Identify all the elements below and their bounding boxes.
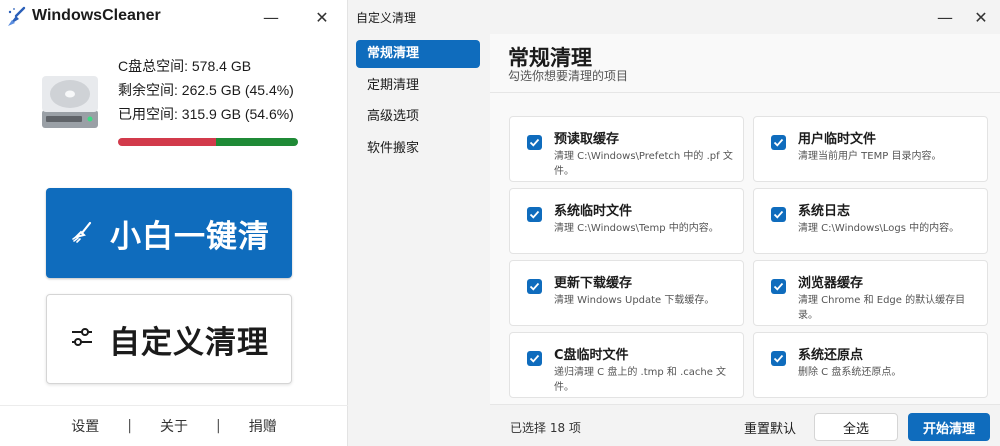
- item-description: 清理 Windows Update 下载缓存。: [554, 295, 715, 306]
- divider: [490, 92, 1000, 93]
- custom-clean-button[interactable]: 自定义清理: [46, 294, 292, 384]
- about-link[interactable]: 关于: [154, 416, 194, 436]
- item-description: 清理 C:\Windows\Logs 中的内容。: [798, 223, 960, 234]
- checkbox-checked[interactable]: [771, 207, 786, 222]
- start-clean-button[interactable]: 开始清理: [908, 413, 990, 441]
- clean-item-browser-cache[interactable]: 浏览器缓存 清理 Chrome 和 Edge 的默认缓存目录。: [753, 260, 988, 326]
- check-icon: [773, 282, 784, 291]
- check-icon: [773, 138, 784, 147]
- clean-item-update-cache[interactable]: 更新下载缓存 清理 Windows Update 下载缓存。: [509, 260, 744, 326]
- item-title: 浏览器缓存: [798, 276, 864, 291]
- checkbox-checked[interactable]: [771, 279, 786, 294]
- check-icon: [773, 354, 784, 363]
- disk-used: 已用空间: 315.9 GB (54.6%): [118, 106, 294, 122]
- checkbox-checked[interactable]: [527, 207, 542, 222]
- broom-logo-icon: [6, 6, 28, 28]
- item-title: 预读取缓存: [554, 132, 620, 147]
- clean-item-c-temp-files[interactable]: C盘临时文件 递归清理 C 盘上的 .tmp 和 .cache 文件。: [509, 332, 744, 398]
- item-description: 递归清理 C 盘上的 .tmp 和 .cache 文件。: [554, 367, 727, 393]
- clean-item-restore-points[interactable]: 系统还原点 删除 C 盘系统还原点。: [753, 332, 988, 398]
- footer-separator: |: [127, 418, 132, 434]
- checkbox-checked[interactable]: [527, 351, 542, 366]
- item-title: 用户临时文件: [798, 132, 877, 147]
- select-all-button[interactable]: 全选: [814, 413, 898, 441]
- disk-free-fill: [216, 138, 298, 146]
- disk-used-fill: [118, 138, 217, 146]
- clean-item-system-temp[interactable]: 系统临时文件 清理 C:\Windows\Temp 中的内容。: [509, 188, 744, 254]
- item-description: 删除 C 盘系统还原点。: [798, 367, 902, 378]
- clean-item-user-temp[interactable]: 用户临时文件 清理当前用户 TEMP 目录内容。: [753, 116, 988, 182]
- item-title: C盘临时文件: [554, 348, 629, 363]
- nav-item-general-clean[interactable]: 常规清理: [356, 40, 480, 68]
- item-title: 系统日志: [798, 204, 851, 219]
- checkbox-checked[interactable]: [771, 351, 786, 366]
- main-titlebar: WindowsCleaner — ✕: [0, 0, 348, 34]
- custom-window-title: 自定义清理: [356, 11, 417, 25]
- app-title: WindowsCleaner: [32, 7, 161, 24]
- broom-icon: [68, 217, 96, 249]
- check-icon: [529, 210, 540, 219]
- item-description: 清理 Chrome 和 Edge 的默认缓存目录。: [798, 295, 966, 321]
- clean-item-prefetch[interactable]: 预读取缓存 清理 C:\Windows\Prefetch 中的 .pf 文件。: [509, 116, 744, 182]
- sliders-icon: [69, 324, 95, 354]
- donate-link[interactable]: 捐赠: [243, 416, 283, 436]
- close-button[interactable]: ✕: [309, 5, 335, 29]
- selected-count: 已选择 18 项: [510, 421, 581, 435]
- custom-footer: 已选择 18 项 重置默认 全选 开始清理: [490, 404, 1000, 446]
- close-button[interactable]: ✕: [968, 5, 994, 29]
- nav-item-scheduled-clean[interactable]: 定期清理: [356, 72, 480, 100]
- one-click-clean-label: 小白一键清: [110, 218, 270, 255]
- minimize-button[interactable]: —: [932, 5, 958, 29]
- checkbox-checked[interactable]: [527, 279, 542, 294]
- item-description: 清理当前用户 TEMP 目录内容。: [798, 151, 942, 162]
- item-description: 清理 C:\Windows\Prefetch 中的 .pf 文件。: [554, 151, 733, 177]
- clean-item-system-logs[interactable]: 系统日志 清理 C:\Windows\Logs 中的内容。: [753, 188, 988, 254]
- minimize-button[interactable]: —: [258, 5, 284, 29]
- check-icon: [529, 138, 540, 147]
- nav-item-app-mover[interactable]: 软件搬家: [356, 135, 480, 163]
- section-subtitle: 勾选你想要清理的项目: [508, 69, 629, 83]
- hard-drive-icon: [38, 72, 102, 130]
- check-icon: [529, 354, 540, 363]
- main-window: WindowsCleaner — ✕ C盘总空间: 578.4 GB 剩余空间:…: [0, 0, 348, 446]
- custom-titlebar: 自定义清理 — ✕: [348, 0, 1000, 34]
- checkbox-checked[interactable]: [771, 135, 786, 150]
- item-title: 系统还原点: [798, 348, 864, 363]
- settings-link[interactable]: 设置: [65, 416, 105, 436]
- custom-clean-label: 自定义清理: [109, 324, 269, 361]
- item-description: 清理 C:\Windows\Temp 中的内容。: [554, 223, 719, 234]
- checkbox-checked[interactable]: [527, 135, 542, 150]
- reset-default-button[interactable]: 重置默认: [738, 413, 802, 441]
- item-title: 更新下载缓存: [554, 276, 633, 291]
- one-click-clean-button[interactable]: 小白一键清: [46, 188, 292, 278]
- disk-usage-bar: [118, 138, 298, 146]
- check-icon: [773, 210, 784, 219]
- main-footer: 设置 | 关于 | 捐赠: [0, 405, 348, 446]
- custom-clean-window: 自定义清理 — ✕ 常规清理 定期清理 高级选项 软件搬家 常规清理 勾选你想要…: [348, 0, 1000, 446]
- disk-total: C盘总空间: 578.4 GB: [118, 58, 252, 74]
- disk-info: C盘总空间: 578.4 GB 剩余空间: 262.5 GB (45.4%) 已…: [118, 54, 294, 126]
- nav-item-advanced-options[interactable]: 高级选项: [356, 103, 480, 131]
- check-icon: [529, 282, 540, 291]
- sidebar-nav: 常规清理 定期清理 高级选项 软件搬家: [348, 34, 490, 446]
- item-title: 系统临时文件: [554, 204, 633, 219]
- disk-free: 剩余空间: 262.5 GB (45.4%): [118, 82, 294, 98]
- footer-separator: |: [216, 418, 221, 434]
